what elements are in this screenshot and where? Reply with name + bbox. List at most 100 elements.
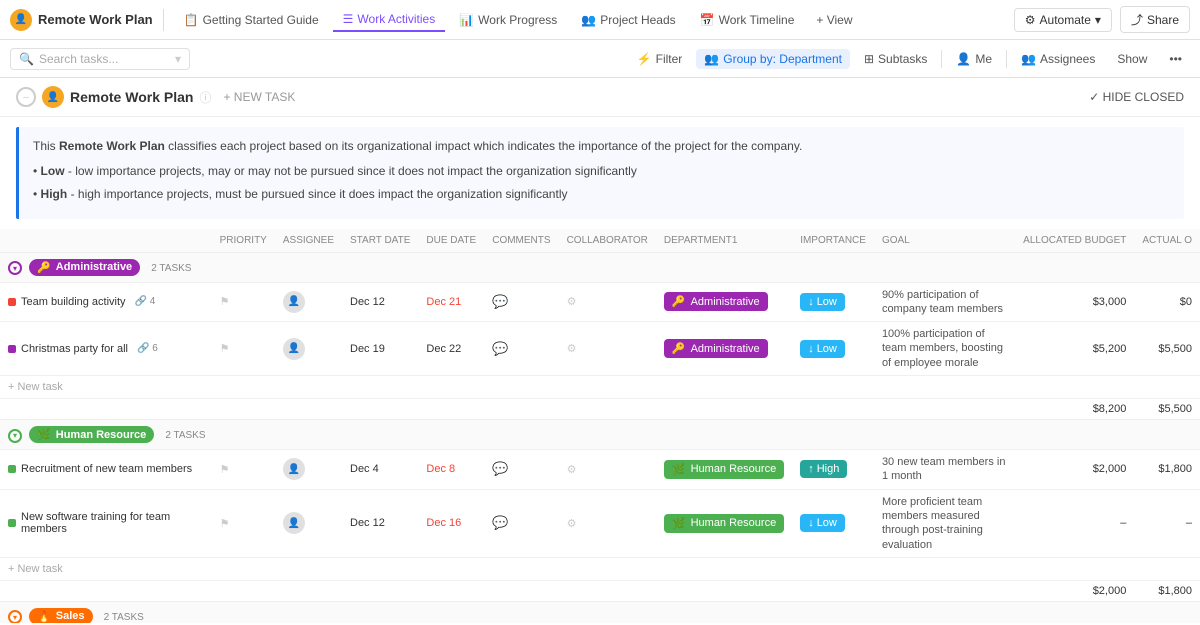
task-assignee-cell[interactable]: 👤 <box>275 450 342 490</box>
task-goal-cell: 100% participation of team members, boos… <box>874 322 1015 376</box>
tab-work-progress-icon: 📊 <box>459 13 474 27</box>
group-cell: ▾ 🔥 Sales 2 TASKS <box>0 601 1200 623</box>
subtasks-button[interactable]: ⊞ Subtasks <box>856 49 935 69</box>
group-meta: 2 TASKS <box>165 430 205 441</box>
task-name-text[interactable]: Recruitment of new team members <box>21 463 192 475</box>
task-comments-cell[interactable]: 💬 <box>484 322 558 376</box>
task-name-text[interactable]: Christmas party for all <box>21 343 128 355</box>
task-comments-cell[interactable]: 💬 <box>484 489 558 557</box>
task-name-text[interactable]: Team building activity <box>21 296 126 308</box>
group-label: 🔥 Sales <box>29 608 92 623</box>
task-dot-icon <box>8 519 16 527</box>
subtotal-row: $8,200 $5,500 <box>0 399 1200 420</box>
col-actual: ACTUAL O <box>1134 229 1200 253</box>
tab-work-activities[interactable]: ☰ Work Activities <box>333 8 446 32</box>
task-goal-text: 30 new team members in 1 month <box>882 456 1006 482</box>
task-dot-icon <box>8 465 16 473</box>
tab-work-timeline[interactable]: 📅 Work Timeline <box>690 9 805 31</box>
group-row-human-resource[interactable]: ▾ 🌿 Human Resource 2 TASKS <box>0 420 1200 450</box>
search-icon: 🔍 <box>19 52 34 66</box>
col-collaborator: COLLABORATOR <box>559 229 656 253</box>
task-collaborator-cell[interactable]: ⚙ <box>559 322 656 376</box>
assignees-icon: 👥 <box>1021 52 1036 66</box>
show-button[interactable]: Show <box>1109 49 1155 69</box>
priority-flag-icon: ⚑ <box>220 518 230 530</box>
new-task-row-cell[interactable]: + New task <box>0 376 1200 399</box>
task-collaborator-cell[interactable]: ⚙ <box>559 282 656 322</box>
group-row-sales[interactable]: ▾ 🔥 Sales 2 TASKS <box>0 601 1200 623</box>
more-options-button[interactable]: ••• <box>1161 49 1190 69</box>
project-title-nav: Remote Work Plan <box>38 12 153 27</box>
search-box[interactable]: 🔍 Search tasks... ▾ <box>10 48 190 70</box>
group-label: 🔑 Administrative <box>29 259 140 276</box>
dept-badge: 🔑 Administrative <box>664 292 768 311</box>
filter-button[interactable]: ⚡ Filter <box>629 49 691 69</box>
project-header-left: – 👤 Remote Work Plan ⓘ + NEW TASK <box>16 86 301 108</box>
collaborator-icon: ⚙ <box>567 296 577 308</box>
task-priority-cell[interactable]: ⚑ <box>212 450 275 490</box>
task-priority-cell[interactable]: ⚑ <box>212 282 275 322</box>
task-comments-cell[interactable]: 💬 <box>484 282 558 322</box>
task-collaborator-cell[interactable]: ⚙ <box>559 489 656 557</box>
task-name-cell: Team building activity 🔗 4 <box>0 282 212 322</box>
task-budget-cell: $2,000 <box>1015 450 1134 490</box>
new-task-row[interactable]: + New task <box>0 376 1200 399</box>
collaborator-icon: ⚙ <box>567 343 577 355</box>
task-due-date: Dec 22 <box>426 343 461 355</box>
group-toggle[interactable]: ▾ <box>8 610 22 623</box>
subtotal-spacer <box>0 399 1015 420</box>
automate-button[interactable]: ⚙ Automate ▾ <box>1014 8 1112 32</box>
task-actual-cell: $5,500 <box>1134 322 1200 376</box>
search-placeholder: Search tasks... <box>39 52 118 66</box>
more-options-icon: ••• <box>1169 52 1182 66</box>
col-goal: GOAL <box>874 229 1015 253</box>
task-goal-text: 90% participation of company team member… <box>882 289 1003 315</box>
task-priority-cell[interactable]: ⚑ <box>212 489 275 557</box>
task-due-date: Dec 8 <box>426 463 455 475</box>
tab-project-heads[interactable]: 👥 Project Heads <box>571 9 685 31</box>
add-view-button[interactable]: + View <box>808 9 860 31</box>
task-collaborator-cell[interactable]: ⚙ <box>559 450 656 490</box>
group-by-button[interactable]: 👥 Group by: Department <box>696 49 850 69</box>
hide-closed-button[interactable]: ✓ HIDE CLOSED <box>1089 90 1184 104</box>
task-goal-text: 100% participation of team members, boos… <box>882 328 1003 369</box>
assignee-avatar: 👤 <box>283 458 305 480</box>
task-link-count: 🔗 4 <box>135 296 156 307</box>
col-importance: IMPORTANCE <box>792 229 874 253</box>
task-assignee-cell[interactable]: 👤 <box>275 322 342 376</box>
me-button[interactable]: 👤 Me <box>948 49 1000 69</box>
share-button[interactable]: ⤴ Share <box>1120 6 1190 33</box>
toolbar-divider <box>941 50 942 68</box>
comment-icon: 💬 <box>492 515 508 530</box>
project-logo[interactable]: 👤 Remote Work Plan <box>10 9 164 31</box>
new-task-row[interactable]: + New task <box>0 557 1200 580</box>
group-row-administrative[interactable]: ▾ 🔑 Administrative 2 TASKS <box>0 252 1200 282</box>
top-navigation: 👤 Remote Work Plan 📋 Getting Started Gui… <box>0 0 1200 40</box>
share-icon: ⤴ <box>1131 11 1143 28</box>
task-priority-cell[interactable]: ⚑ <box>212 322 275 376</box>
task-comments-cell[interactable]: 💬 <box>484 450 558 490</box>
task-goal-cell: 30 new team members in 1 month <box>874 450 1015 490</box>
group-toggle[interactable]: ▾ <box>8 261 22 275</box>
new-task-row-cell[interactable]: + New task <box>0 557 1200 580</box>
project-avatar: 👤 <box>42 86 64 108</box>
tab-getting-started[interactable]: 📋 Getting Started Guide <box>174 9 329 31</box>
task-name-text[interactable]: New software training for team members <box>21 511 204 535</box>
new-task-button[interactable]: + NEW TASK <box>217 88 301 106</box>
subtotal-actual: $1,800 <box>1134 580 1200 601</box>
dept-badge: 🌿 Human Resource <box>664 514 784 533</box>
col-department: DEPARTMENT1 <box>656 229 792 253</box>
task-assignee-cell[interactable]: 👤 <box>275 489 342 557</box>
task-assignee-cell[interactable]: 👤 <box>275 282 342 322</box>
group-toggle[interactable]: ▾ <box>8 429 22 443</box>
assignees-button[interactable]: 👥 Assignees <box>1013 49 1103 69</box>
importance-badge: ↓ Low <box>800 514 845 532</box>
importance-badge: ↓ Low <box>800 293 845 311</box>
tab-work-progress[interactable]: 📊 Work Progress <box>449 9 567 31</box>
table-row: Recruitment of new team members ⚑ 👤 Dec … <box>0 450 1200 490</box>
task-due-date-cell: Dec 21 <box>418 282 484 322</box>
project-info-icon[interactable]: ⓘ <box>199 89 211 106</box>
table-header-row: PRIORITY ASSIGNEE START DATE DUE DATE CO… <box>0 229 1200 253</box>
task-actual-cell: $1,800 <box>1134 450 1200 490</box>
collapse-project-button[interactable]: – <box>16 87 36 107</box>
